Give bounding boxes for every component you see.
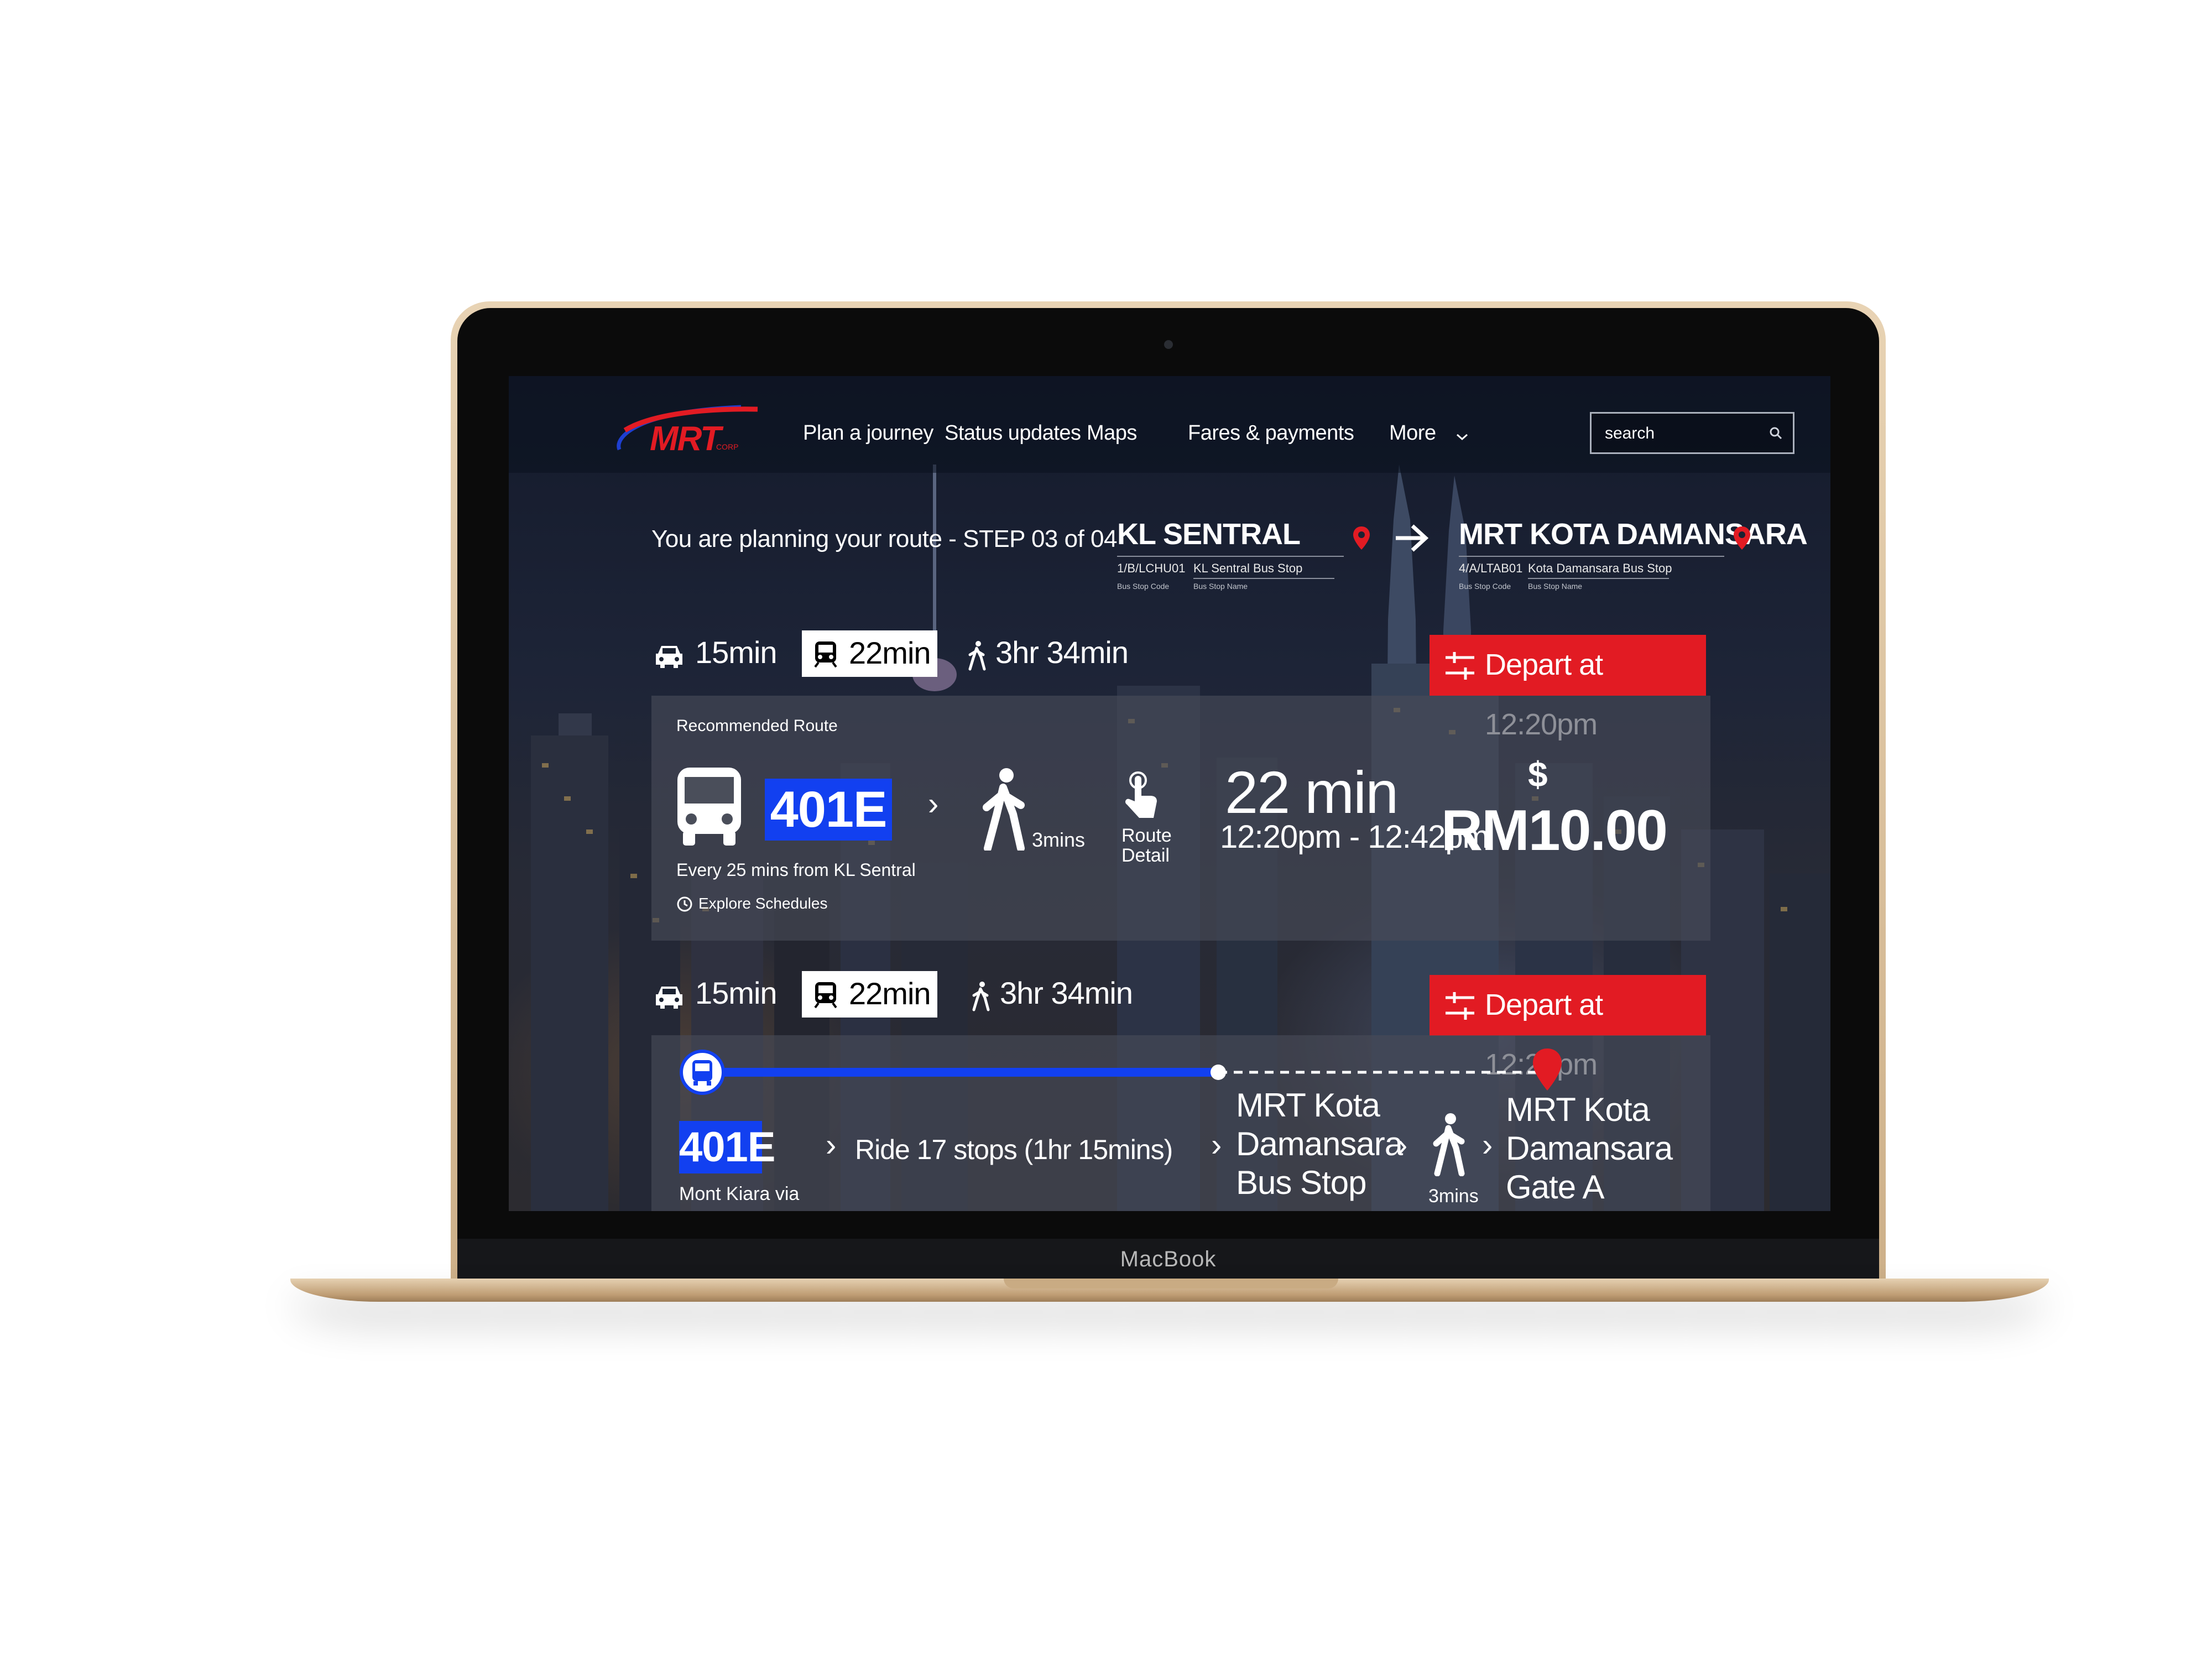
train-time: 22min	[849, 635, 931, 670]
search-box[interactable]	[1590, 412, 1794, 454]
clock-icon[interactable]	[676, 896, 693, 912]
card-label: Recommended Route	[676, 717, 838, 735]
final-stop-line2: Damansara	[1506, 1130, 1673, 1167]
chevron-right-icon: ›	[826, 1127, 837, 1163]
search-input[interactable]	[1604, 419, 1766, 448]
transfer-stop-line3: Bus Stop	[1236, 1164, 1367, 1201]
logo-text: MRT	[650, 420, 721, 458]
car-time[interactable]: 15min	[695, 975, 778, 1011]
destination-underline	[1459, 556, 1724, 557]
location-pin-icon[interactable]	[1733, 525, 1751, 551]
chevron-right-icon: ›	[928, 786, 939, 822]
chevron-right-icon: ›	[1482, 1127, 1493, 1163]
recommended-route-card[interactable]: Recommended Route 401E › 3mins Route Det…	[651, 696, 1710, 941]
destination-pin-icon	[1533, 1048, 1562, 1091]
route-detail-line2: Detail	[1121, 845, 1170, 866]
explore-schedules-link[interactable]: Explore Schedules	[698, 895, 827, 912]
nav-more[interactable]: More	[1389, 421, 1436, 445]
train-time: 22min	[849, 976, 931, 1011]
car-icon[interactable]	[654, 983, 685, 1010]
walk-icon	[983, 768, 1025, 851]
chevron-right-icon: ›	[1211, 1127, 1222, 1163]
chevron-down-icon[interactable]	[1455, 432, 1469, 441]
transfer-stop-line1: MRT Kota	[1236, 1087, 1380, 1124]
camera-icon	[1164, 340, 1173, 349]
origin-stop-underline	[1193, 578, 1334, 579]
nav-status-updates[interactable]: Status updates	[945, 421, 1081, 445]
walk-time[interactable]: 3hr 34min	[995, 634, 1129, 670]
bus-number-badge[interactable]: 401E	[679, 1121, 776, 1173]
frequency-text: Every 25 mins from KL Sentral	[676, 860, 916, 880]
destination-stop-underline	[1528, 578, 1669, 579]
final-stop-line3: Gate A	[1506, 1168, 1604, 1206]
train-icon	[814, 641, 837, 668]
search-icon[interactable]	[1768, 426, 1783, 440]
device-label: MacBook	[457, 1239, 1879, 1280]
bus-number-badge[interactable]: 401E	[765, 779, 892, 841]
walk-icon[interactable]	[967, 640, 988, 671]
step-title: You are planning your route - STEP 03 of…	[651, 525, 1117, 552]
laptop-notch	[1004, 1279, 1338, 1288]
nav-maps[interactable]: Maps	[1087, 421, 1137, 445]
destination-stop-name: Kota Damansara Bus Stop	[1528, 561, 1672, 575]
currency-symbol: $	[1528, 754, 1548, 794]
origin-code-caption: Bus Stop Code	[1117, 582, 1170, 591]
bus-icon	[677, 768, 741, 846]
train-icon	[814, 982, 837, 1009]
origin-stop-caption: Bus Stop Name	[1193, 582, 1248, 591]
walk-time[interactable]: 3hr 34min	[1000, 975, 1133, 1011]
ride-info: Ride 17 stops (1hr 15mins)	[855, 1134, 1173, 1165]
route-detail-line1: Route	[1121, 825, 1172, 846]
car-icon[interactable]	[654, 643, 685, 669]
location-pin-icon[interactable]	[1352, 525, 1371, 551]
origin-code: 1/B/LCHU01	[1117, 561, 1186, 575]
walk-duration: 3mins	[1032, 828, 1086, 851]
nav-plan-journey[interactable]: Plan a journey	[803, 421, 933, 445]
walk-icon	[1433, 1113, 1465, 1176]
logo-subtext: CORP	[716, 442, 739, 451]
destination-stop-caption: Bus Stop Name	[1528, 582, 1583, 591]
nav-fares-payments[interactable]: Fares & payments	[1188, 421, 1354, 445]
chevron-right-icon: ›	[1397, 1127, 1408, 1163]
destination-name[interactable]: MRT KOTA DAMANSARA	[1459, 517, 1808, 551]
destination-code: 4/A/LTAB01	[1459, 561, 1523, 575]
fare-price: RM10.00	[1441, 799, 1668, 863]
bus-route-subtitle: Mont Kiara via	[679, 1183, 800, 1204]
route-option-card[interactable]: 401E Mont Kiara via › Ride 17 stops (1hr…	[651, 1035, 1710, 1211]
final-stop: MRT Kota Damansara Gate A	[1506, 1091, 1673, 1207]
tap-hand-icon[interactable]	[1121, 770, 1160, 820]
route-detail-link[interactable]: Route Detail	[1121, 826, 1172, 865]
walk-duration: 3mins	[1428, 1186, 1479, 1207]
bus-stop-icon	[680, 1050, 725, 1095]
filter-sliders-icon	[1446, 652, 1474, 680]
origin-stop-name: KL Sentral Bus Stop	[1193, 561, 1303, 575]
final-stop-line1: MRT Kota	[1506, 1091, 1650, 1128]
walk-icon[interactable]	[971, 981, 992, 1012]
app-screen: MRT CORP Plan a journey Status updates M…	[509, 376, 1830, 1211]
transfer-stop: MRT Kota Damansara Bus Stop	[1236, 1086, 1403, 1202]
filter-sliders-icon	[1446, 992, 1474, 1020]
origin-underline	[1117, 556, 1344, 557]
transfer-stop-line2: Damansara	[1236, 1125, 1403, 1162]
destination-code-caption: Bus Stop Code	[1459, 582, 1511, 591]
arrow-right-icon	[1396, 524, 1429, 552]
top-nav: MRT CORP Plan a journey Status updates M…	[509, 376, 1830, 473]
trip-duration: 22 min	[1225, 759, 1399, 826]
origin-name[interactable]: KL SENTRAL	[1117, 517, 1301, 551]
car-time[interactable]: 15min	[695, 634, 778, 670]
